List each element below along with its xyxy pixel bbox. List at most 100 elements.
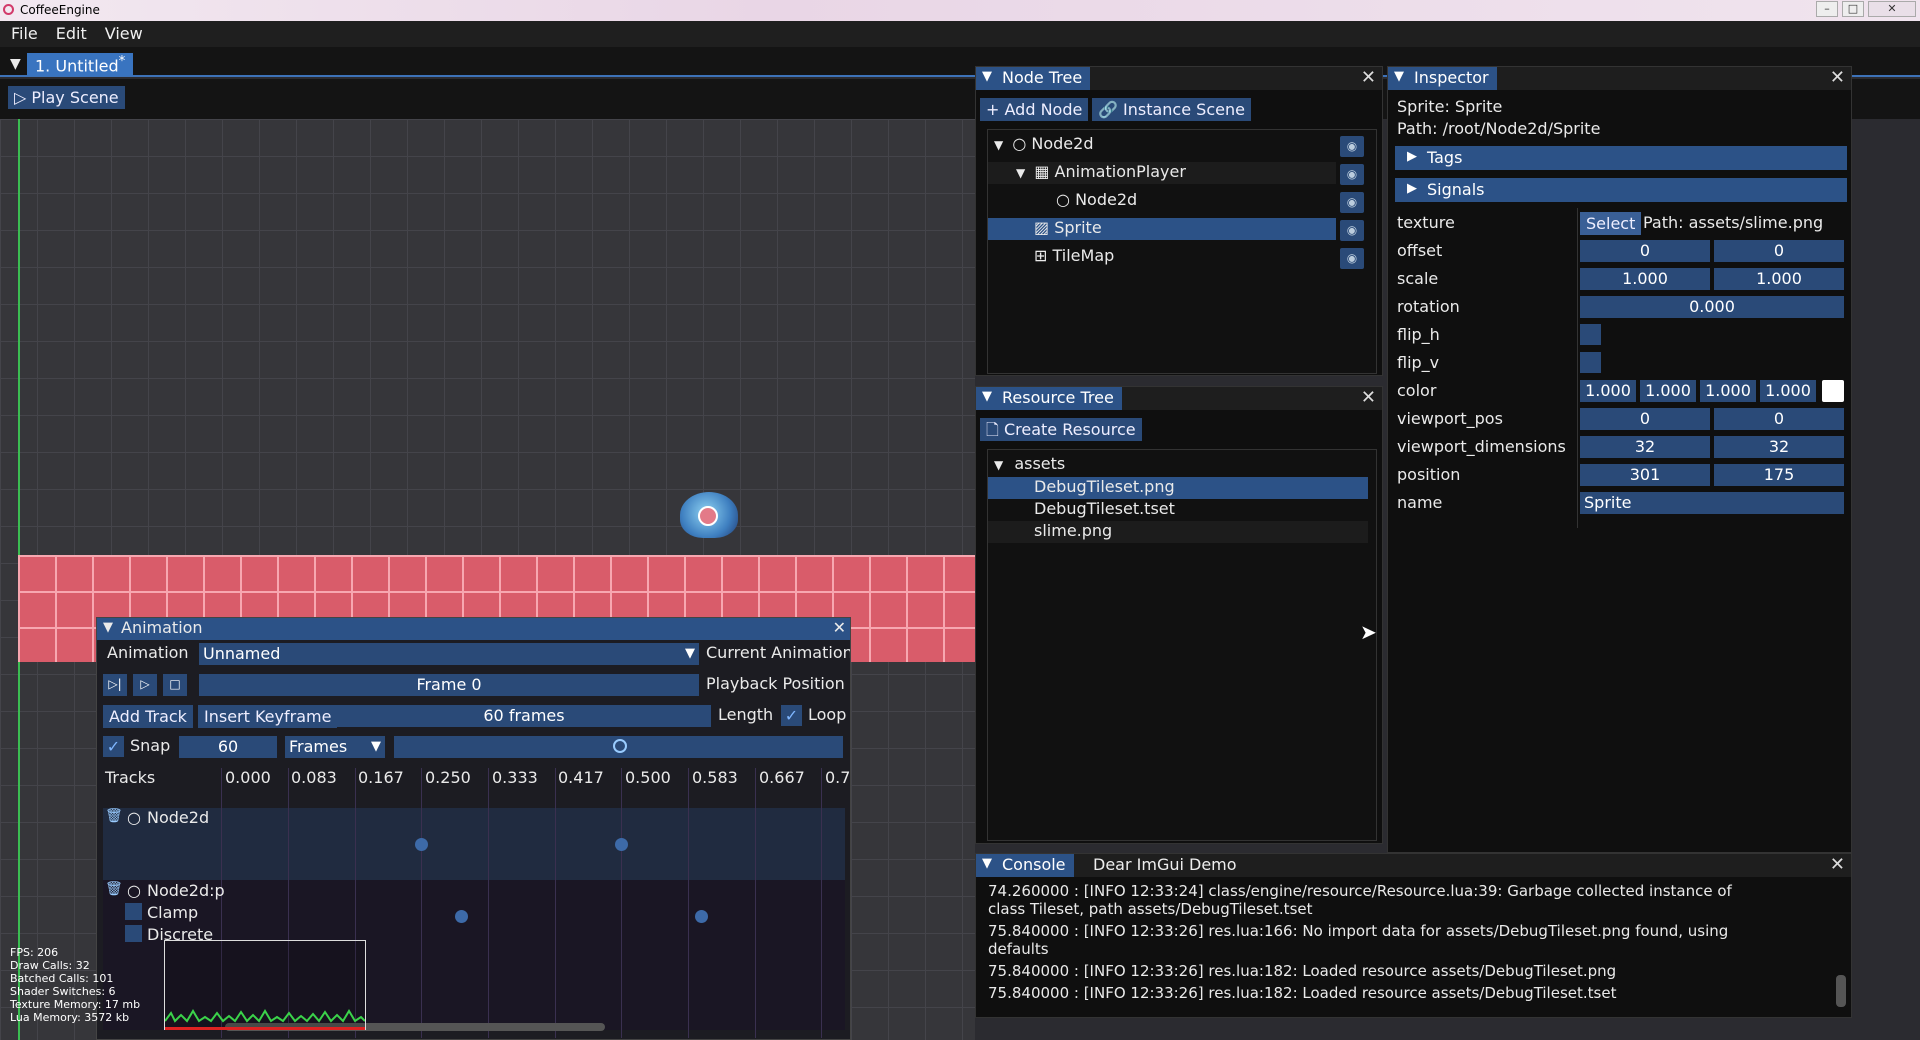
chevron-down-icon[interactable]: ▼: [994, 458, 1003, 472]
length-field[interactable]: 60 frames: [337, 705, 711, 727]
folder-assets[interactable]: ▼ assets: [988, 454, 1368, 476]
signals-header[interactable]: ▶ Signals: [1395, 178, 1847, 202]
keyframe-marker[interactable]: [455, 910, 468, 923]
close-icon[interactable]: ✕: [1361, 67, 1376, 88]
texture-select-button[interactable]: Select: [1580, 212, 1642, 235]
menu-edit[interactable]: Edit: [45, 21, 94, 43]
close-icon[interactable]: ✕: [833, 618, 846, 637]
tree-node-node2d-root[interactable]: ▼ ○ Node2d: [988, 134, 1336, 156]
viewport-dim-h-field[interactable]: 32: [1714, 436, 1844, 458]
snap-checkbox[interactable]: ✓: [103, 736, 124, 757]
resource-file[interactable]: slime.png: [988, 521, 1368, 543]
flip-h-checkbox[interactable]: [1580, 324, 1601, 345]
trash-icon[interactable]: 🗑: [105, 881, 123, 897]
close-icon[interactable]: ✕: [1830, 67, 1845, 88]
resource-file[interactable]: DebugTileset.tset: [988, 499, 1368, 521]
keyframe-marker[interactable]: [695, 910, 708, 923]
collapse-icon[interactable]: ▼: [982, 856, 992, 871]
frame-slider[interactable]: Frame 0: [199, 674, 699, 696]
position-x-field[interactable]: 301: [1580, 464, 1710, 486]
tab-console[interactable]: ▼ Console: [976, 854, 1074, 877]
tab-imgui-demo[interactable]: Dear ImGui Demo: [1085, 855, 1245, 874]
rotation-field[interactable]: 0.000: [1580, 296, 1844, 318]
slime-sprite[interactable]: [680, 492, 738, 538]
step-forward-icon[interactable]: ▷|: [103, 674, 127, 696]
play-scene-button[interactable]: ▷ Play Scene: [8, 86, 125, 109]
visibility-eye-icon[interactable]: ◉: [1340, 192, 1364, 213]
chevron-down-icon[interactable]: ▼: [1016, 166, 1025, 180]
keyframe-marker[interactable]: [415, 838, 428, 851]
viewport-pos-x-field[interactable]: 0: [1580, 408, 1710, 430]
unit-select-value: Frames: [289, 737, 348, 756]
tree-node-tilemap[interactable]: ⊞ TileMap: [988, 246, 1336, 268]
viewport-pos-y-field[interactable]: 0: [1714, 408, 1844, 430]
animation-select[interactable]: Unnamed ▼: [199, 643, 699, 665]
close-icon[interactable]: ✕: [1361, 387, 1376, 408]
collapse-icon[interactable]: ▼: [982, 69, 992, 84]
add-node-button[interactable]: + Add Node: [980, 98, 1089, 121]
time-ruler[interactable]: 0.000 0.083 0.167 0.250 0.333 0.417 0.50…: [221, 768, 850, 792]
timeline-scrubber[interactable]: [394, 736, 843, 758]
create-resource-button[interactable]: 🗋 Create Resource: [980, 418, 1142, 441]
chevron-down-icon[interactable]: ▼: [994, 138, 1003, 152]
inspector-tab[interactable]: ▼ Inspector: [1388, 67, 1497, 90]
play-icon[interactable]: ▷: [133, 674, 157, 696]
loop-checkbox[interactable]: ✓: [781, 705, 802, 726]
name-field[interactable]: Sprite: [1580, 492, 1844, 514]
collapse-icon[interactable]: ▼: [982, 389, 992, 404]
scrubber-handle-icon[interactable]: [613, 739, 627, 753]
color-a-field[interactable]: 1.000: [1760, 380, 1816, 402]
color-g-field[interactable]: 1.000: [1640, 380, 1696, 402]
snap-value-field[interactable]: 60: [179, 736, 277, 758]
visibility-eye-icon[interactable]: ◉: [1340, 220, 1364, 241]
color-r-field[interactable]: 1.000: [1580, 380, 1636, 402]
clamp-checkbox[interactable]: [125, 903, 142, 920]
fps-graph-baseline: [165, 1027, 365, 1030]
offset-x-field[interactable]: 0: [1580, 240, 1710, 262]
close-window-icon[interactable]: ✕: [1868, 1, 1916, 17]
stop-icon[interactable]: □: [163, 674, 187, 696]
menu-file[interactable]: File: [0, 21, 45, 43]
collapse-icon[interactable]: ▼: [103, 620, 113, 635]
offset-y-field[interactable]: 0: [1714, 240, 1844, 262]
tab-list-chevron-icon[interactable]: ▼: [10, 56, 21, 72]
instance-scene-button[interactable]: 🔗 Instance Scene: [1092, 98, 1251, 121]
tab-scene[interactable]: 1. Untitled*: [27, 53, 134, 76]
track-row[interactable]: [103, 808, 845, 880]
file-icon: 🗋: [986, 420, 999, 439]
add-track-button[interactable]: Add Track: [103, 705, 193, 728]
menu-view[interactable]: View: [94, 21, 150, 43]
insert-keyframe-button[interactable]: Insert Keyframe: [198, 705, 338, 728]
visibility-eye-icon[interactable]: ◉: [1340, 136, 1364, 157]
flip-v-checkbox[interactable]: [1580, 352, 1601, 373]
visibility-eye-icon[interactable]: ◉: [1340, 248, 1364, 269]
collapse-icon[interactable]: ▼: [1394, 69, 1404, 84]
color-swatch[interactable]: [1822, 380, 1844, 402]
position-y-field[interactable]: 175: [1714, 464, 1844, 486]
tree-node-sprite[interactable]: ▨ Sprite: [988, 218, 1336, 240]
trash-icon[interactable]: 🗑: [105, 808, 123, 824]
visibility-eye-icon[interactable]: ◉: [1340, 164, 1364, 185]
time-tick: 0.333: [492, 768, 538, 787]
unit-select[interactable]: Frames ▼: [285, 736, 385, 758]
tree-node-animationplayer[interactable]: ▼ ▦ AnimationPlayer: [988, 162, 1336, 184]
resource-tree-tab[interactable]: ▼ Resource Tree: [976, 387, 1122, 410]
console-scrollbar[interactable]: [1836, 975, 1846, 1007]
close-icon[interactable]: ✕: [1830, 854, 1845, 875]
keyframe-marker[interactable]: [615, 838, 628, 851]
maximize-icon[interactable]: □: [1842, 1, 1864, 17]
prop-viewport-pos-label: viewport_pos: [1397, 409, 1503, 428]
color-b-field[interactable]: 1.000: [1700, 380, 1756, 402]
scale-y-field[interactable]: 1.000: [1714, 268, 1844, 290]
minimize-icon[interactable]: –: [1816, 1, 1838, 17]
scale-x-field[interactable]: 1.000: [1580, 268, 1710, 290]
resource-file[interactable]: DebugTileset.png: [988, 477, 1368, 499]
sprite-center-marker: [698, 506, 718, 526]
tree-node-node2d-child[interactable]: ○ Node2d: [988, 190, 1336, 212]
viewport-dim-w-field[interactable]: 32: [1580, 436, 1710, 458]
film-icon: ▦: [1034, 162, 1050, 181]
image-icon: ▨: [1034, 218, 1050, 237]
node-tree-tab[interactable]: ▼ Node Tree: [976, 67, 1091, 90]
tags-header[interactable]: ▶ Tags: [1395, 146, 1847, 170]
discrete-checkbox[interactable]: [125, 925, 142, 942]
